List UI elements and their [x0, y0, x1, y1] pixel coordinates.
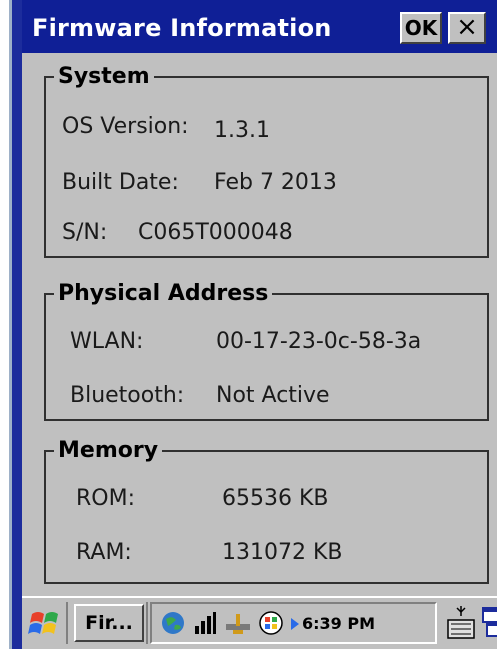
rom-label: ROM:: [76, 486, 135, 511]
play-arrow-icon: [290, 616, 300, 635]
left-edge-strip: [0, 0, 22, 649]
physical-address-group-title: Physical Address: [54, 281, 273, 306]
usb-icon[interactable]: [224, 610, 252, 640]
signal-icon[interactable]: [192, 610, 218, 640]
wlan-label: WLAN:: [70, 329, 144, 354]
globe-icon[interactable]: [160, 610, 186, 640]
system-group-title: System: [54, 64, 154, 89]
rom-value: 65536 KB: [222, 486, 329, 511]
sn-value: C065T000048: [138, 220, 293, 245]
taskbar: Fir... 6:39 PM: [22, 596, 497, 649]
ram-label: RAM:: [76, 540, 132, 565]
close-button[interactable]: ×: [448, 12, 486, 44]
taskbar-separator: [66, 602, 68, 644]
taskbar-separator: [146, 602, 148, 644]
bluetooth-value: Not Active: [216, 383, 330, 408]
wlan-value: 00-17-23-0c-58-3a: [216, 329, 422, 354]
os-version-value: 1.3.1: [214, 118, 270, 143]
system-tray: 6:39 PM: [150, 602, 437, 644]
windows-start-icon[interactable]: [26, 604, 66, 644]
clock: 6:39 PM: [302, 614, 376, 633]
ok-button[interactable]: OK: [400, 12, 442, 44]
memory-group-title: Memory: [54, 438, 163, 463]
system-group: System OS Version: 1.3.1 Built Date: Feb…: [44, 64, 489, 258]
keyboard-icon[interactable]: [446, 604, 476, 646]
sn-label: S/N:: [62, 220, 108, 245]
bluetooth-label: Bluetooth:: [70, 383, 185, 408]
memory-group: Memory ROM: 65536 KB RAM: 131072 KB: [44, 438, 489, 584]
firmware-info-window: Firmware Information OK × System OS Vers…: [22, 0, 497, 596]
title-bar: Firmware Information OK ×: [22, 0, 497, 53]
built-date-label: Built Date:: [62, 170, 179, 195]
task-button-firmware[interactable]: Fir...: [74, 604, 144, 642]
os-version-label: OS Version:: [62, 114, 189, 139]
window-switch-icon[interactable]: [482, 606, 497, 644]
ram-value: 131072 KB: [222, 540, 343, 565]
built-date-value: Feb 7 2013: [214, 170, 337, 195]
left-edge-accent: [12, 0, 22, 649]
window-title: Firmware Information: [32, 14, 332, 42]
physical-address-group: Physical Address WLAN: 00-17-23-0c-58-3a…: [44, 281, 489, 421]
network-icon[interactable]: [258, 610, 284, 640]
